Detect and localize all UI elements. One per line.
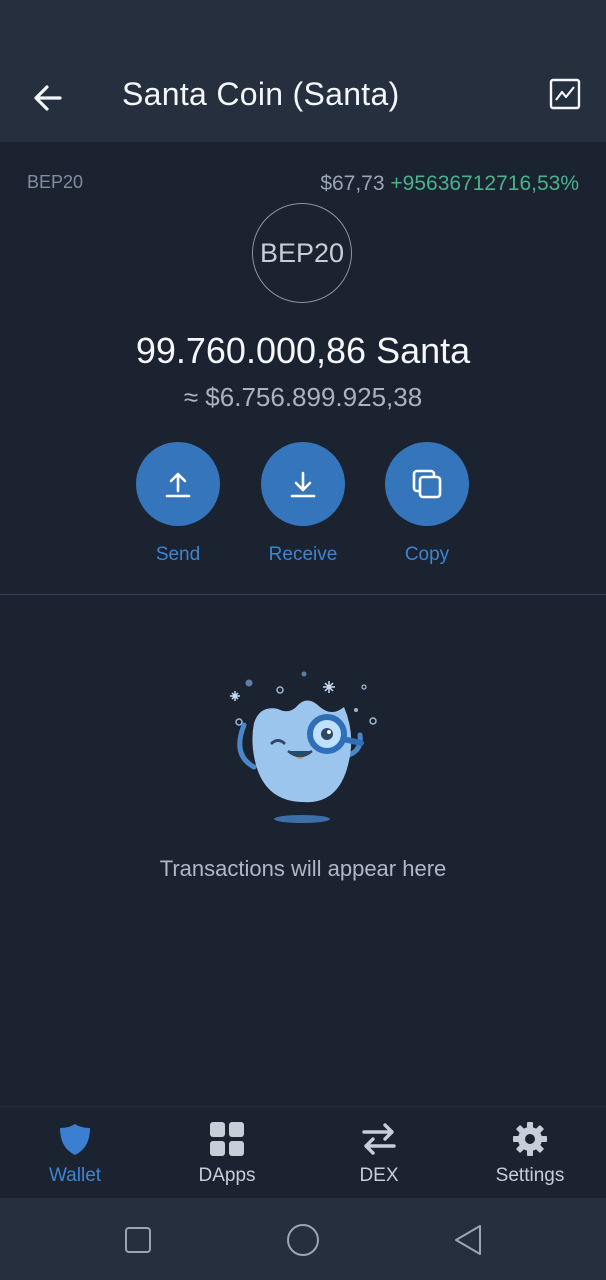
page-title: Santa Coin (Santa)	[122, 76, 400, 112]
nav-wallet-label: Wallet	[48, 1165, 102, 1186]
upload-icon	[165, 472, 191, 498]
price-change: +95636712716,53%	[390, 172, 579, 195]
recent-apps-icon[interactable]	[118, 1220, 158, 1260]
send-button[interactable]	[136, 442, 220, 526]
status-bar	[0, 0, 606, 62]
nav-dapps-label: DApps	[198, 1165, 256, 1186]
copy-icon	[412, 469, 442, 499]
divider	[0, 594, 606, 595]
chart-icon[interactable]	[549, 78, 581, 110]
shield-icon	[60, 1124, 90, 1155]
token-price: $67,73	[320, 172, 385, 195]
price-line: $67,73 +95636712716,53%	[320, 172, 579, 196]
empty-state-message: Transactions will appear here	[159, 856, 447, 881]
network-tag: BEP20	[27, 172, 84, 192]
nav-settings[interactable]: Settings	[470, 1107, 590, 1199]
nav-wallet[interactable]: Wallet	[15, 1107, 135, 1199]
nav-dex[interactable]: DEX	[319, 1107, 439, 1199]
send-label[interactable]: Send	[106, 544, 250, 566]
empty-transactions-illustration	[230, 671, 377, 823]
nav-dex-label: DEX	[359, 1165, 399, 1186]
token-balance: 99.760.000,86 Santa	[135, 330, 471, 371]
back-triangle-icon[interactable]	[448, 1220, 488, 1260]
coin-logo: BEP20	[252, 203, 352, 303]
bottom-nav: Wallet DApps DEX Settings	[0, 1106, 606, 1199]
arrow-left-icon	[34, 85, 62, 111]
system-nav-bar	[0, 1198, 606, 1280]
copy-action: Copy	[385, 442, 469, 566]
fiat-balance: ≈ $6.756.899.925,38	[183, 382, 423, 412]
copy-label[interactable]: Copy	[355, 544, 499, 566]
nav-settings-label: Settings	[495, 1165, 565, 1186]
download-icon	[290, 471, 316, 498]
coin-logo-text: BEP20	[259, 237, 345, 268]
swap-arrows-icon	[362, 1123, 396, 1155]
nav-dapps[interactable]: DApps	[167, 1107, 287, 1199]
receive-label[interactable]: Receive	[231, 544, 375, 566]
grid-icon	[210, 1122, 244, 1156]
back-button[interactable]	[28, 78, 68, 118]
copy-button[interactable]	[385, 442, 469, 526]
receive-button[interactable]	[261, 442, 345, 526]
home-icon[interactable]	[283, 1220, 323, 1260]
app-bar: Santa Coin (Santa)	[0, 62, 606, 142]
send-action: Send	[136, 442, 220, 566]
gear-icon	[513, 1122, 547, 1156]
receive-action: Receive	[261, 442, 345, 566]
